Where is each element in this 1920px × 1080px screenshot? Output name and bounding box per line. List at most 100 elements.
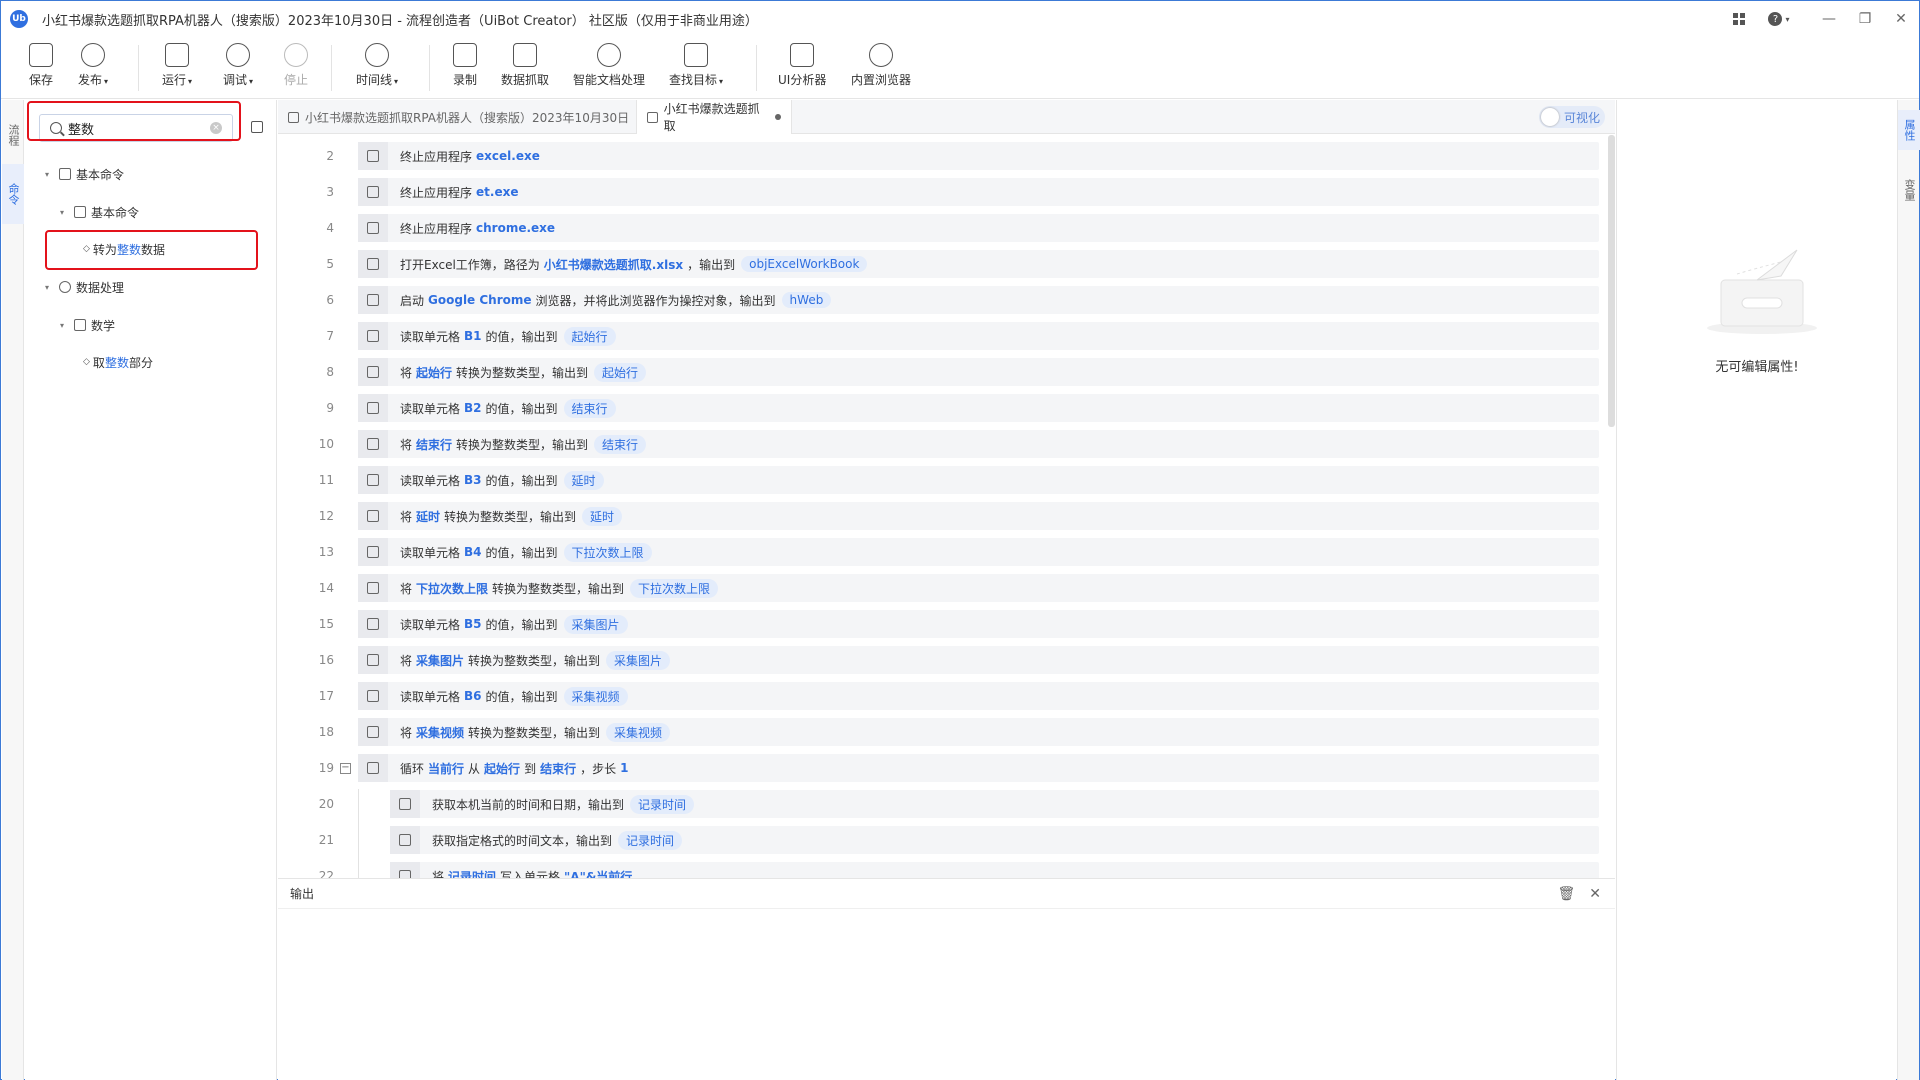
argument-value[interactable]: B6: [464, 689, 482, 703]
code-line[interactable]: 7 读取单元格 B1 的值，输出到 起始行: [278, 321, 1608, 351]
argument-value[interactable]: 记录时间: [448, 868, 496, 879]
variable-chip[interactable]: 起始行: [594, 362, 647, 382]
command-block[interactable]: 将采集视频 转换为整数类型，输出到 采集视频: [358, 718, 1599, 746]
argument-value[interactable]: 起始行: [484, 760, 520, 777]
command-block[interactable]: 将起始行 转换为整数类型，输出到 起始行: [358, 358, 1599, 386]
variable-chip[interactable]: 记录时间: [618, 830, 683, 850]
filter-icon[interactable]: [251, 121, 263, 133]
ui-analyzer-button[interactable]: UI分析器: [778, 43, 826, 88]
variable-chip[interactable]: 采集图片: [606, 650, 671, 670]
variable-chip[interactable]: objExcelWorkBook: [741, 256, 868, 272]
argument-value[interactable]: chrome.exe: [476, 221, 555, 235]
code-line[interactable]: 14 将下拉次数上限 转换为整数类型，输出到 下拉次数上限: [278, 573, 1608, 603]
minimize-button[interactable]: —: [1811, 1, 1847, 37]
tree-node-basic-commands[interactable]: ▾ 基本命令: [45, 164, 124, 184]
command-block[interactable]: 读取单元格 B4 的值，输出到 下拉次数上限: [358, 538, 1599, 566]
command-block[interactable]: 循环 当前行从起始行到结束行 ，步长 1: [358, 754, 1599, 782]
variable-chip[interactable]: 记录时间: [630, 794, 695, 814]
publish-button[interactable]: 发布 ▾: [78, 43, 108, 88]
find-target-button[interactable]: 查找目标 ▾: [669, 43, 723, 88]
variable-chip[interactable]: 采集视频: [563, 686, 628, 706]
save-button[interactable]: 保存: [29, 43, 53, 88]
command-block[interactable]: 获取本机当前的时间和日期，输出到 记录时间: [390, 790, 1599, 818]
variable-chip[interactable]: 结束行: [563, 398, 616, 418]
variable-chip[interactable]: 延时: [563, 470, 604, 490]
code-line[interactable]: 18 将采集视频 转换为整数类型，输出到 采集视频: [278, 717, 1608, 747]
command-block[interactable]: 终止应用程序 et.exe: [358, 178, 1599, 206]
command-block[interactable]: 将下拉次数上限 转换为整数类型，输出到 下拉次数上限: [358, 574, 1599, 602]
data-scrape-button[interactable]: 数据抓取: [501, 43, 549, 88]
variable-chip[interactable]: 下拉次数上限: [563, 542, 652, 562]
argument-value[interactable]: excel.exe: [476, 149, 540, 163]
builtin-browser-button[interactable]: 内置浏览器: [851, 43, 911, 88]
tree-node-data-processing[interactable]: ▾ 数据处理: [45, 277, 124, 297]
restore-button[interactable]: ❐: [1847, 1, 1883, 37]
code-editor[interactable]: 2 终止应用程序 excel.exe 3 终止应用程序 et.exe 4 终止应用程序 chro…: [278, 135, 1615, 878]
variable-chip[interactable]: 采集视频: [606, 722, 671, 742]
code-line[interactable]: 13 读取单元格 B4 的值，输出到 下拉次数上限: [278, 537, 1608, 567]
variable-chip[interactable]: 采集图片: [563, 614, 628, 634]
rail-tab-commands[interactable]: 命令: [2, 164, 24, 224]
tree-node-basic-commands-sub[interactable]: ▾ 基本命令: [60, 202, 139, 222]
command-block[interactable]: 将延时 转换为整数类型，输出到 延时: [358, 502, 1599, 530]
argument-value[interactable]: 当前行: [428, 760, 464, 777]
code-line[interactable]: 17 读取单元格 B6 的值，输出到 采集视频: [278, 681, 1608, 711]
variable-chip[interactable]: hWeb: [781, 292, 832, 308]
command-block[interactable]: 读取单元格 B2 的值，输出到 结束行: [358, 394, 1599, 422]
command-block[interactable]: 终止应用程序 chrome.exe: [358, 214, 1599, 242]
tree-item-integer-part[interactable]: ◇ 取整数 部分: [83, 352, 153, 372]
command-block[interactable]: 读取单元格 B6 的值，输出到 采集视频: [358, 682, 1599, 710]
argument-value[interactable]: 结束行: [416, 436, 452, 453]
argument-value[interactable]: B3: [464, 473, 482, 487]
code-line[interactable]: 8 将起始行 转换为整数类型，输出到 起始行: [278, 357, 1608, 387]
argument-value[interactable]: 小红书爆款选题抓取.xlsx: [544, 256, 683, 273]
command-block[interactable]: 将结束行 转换为整数类型，输出到 结束行: [358, 430, 1599, 458]
argument-value[interactable]: 采集图片: [416, 652, 464, 669]
close-output-icon[interactable]: ✕: [1589, 886, 1601, 902]
help-icon[interactable]: ? ▾: [1765, 11, 1793, 27]
variable-chip[interactable]: 延时: [582, 506, 623, 526]
code-line[interactable]: 16 将采集图片 转换为整数类型，输出到 采集图片: [278, 645, 1608, 675]
close-button[interactable]: ✕: [1883, 1, 1919, 37]
code-line[interactable]: 5 打开Excel工作簿，路径为 小红书爆款选题抓取.xlsx ，输出到 objExce…: [278, 249, 1608, 279]
argument-value[interactable]: B2: [464, 401, 482, 415]
code-line[interactable]: 11 读取单元格 B3 的值，输出到 延时: [278, 465, 1608, 495]
tree-node-math[interactable]: ▾ 数学: [60, 315, 115, 335]
stop-button[interactable]: 停止: [284, 43, 308, 88]
code-line[interactable]: 19− 循环 当前行从起始行到结束行 ，步长 1: [278, 753, 1608, 783]
argument-value[interactable]: 延时: [416, 508, 440, 525]
vertical-scrollbar[interactable]: [1608, 135, 1615, 427]
argument-value[interactable]: 结束行: [540, 760, 576, 777]
tab-block[interactable]: 小红书爆款选题抓取: [636, 100, 792, 134]
visual-toggle[interactable]: 可视化: [1539, 106, 1605, 128]
argument-value[interactable]: 起始行: [416, 364, 452, 381]
trash-icon[interactable]: 🗑: [1557, 886, 1575, 902]
command-block[interactable]: 读取单元格 B5 的值，输出到 采集图片: [358, 610, 1599, 638]
argument-value[interactable]: Google Chrome: [428, 293, 532, 307]
argument-value[interactable]: B5: [464, 617, 482, 631]
rail-tab-flow[interactable]: 流程: [2, 110, 24, 160]
command-block[interactable]: 读取单元格 B3 的值，输出到 延时: [358, 466, 1599, 494]
command-block[interactable]: 读取单元格 B1 的值，输出到 起始行: [358, 322, 1599, 350]
code-line[interactable]: 22 将记录时间 写入单元格 "A"&当前行: [278, 861, 1608, 878]
command-block[interactable]: 获取指定格式的时间文本，输出到 记录时间: [390, 826, 1599, 854]
collapse-icon[interactable]: −: [340, 762, 351, 774]
command-block[interactable]: 打开Excel工作簿，路径为 小红书爆款选题抓取.xlsx ，输出到 objExcel…: [358, 250, 1599, 278]
argument-value[interactable]: 1: [620, 761, 628, 775]
code-line[interactable]: 20 获取本机当前的时间和日期，输出到 记录时间: [278, 789, 1608, 825]
variable-chip[interactable]: 起始行: [563, 326, 616, 346]
debug-button[interactable]: 调试 ▾: [223, 43, 253, 88]
run-button[interactable]: 运行 ▾: [162, 43, 192, 88]
variable-chip[interactable]: 结束行: [594, 434, 647, 454]
command-block[interactable]: 将记录时间 写入单元格 "A"&当前行: [390, 862, 1599, 878]
code-line[interactable]: 10 将结束行 转换为整数类型，输出到 结束行: [278, 429, 1608, 459]
timeline-button[interactable]: 时间线 ▾: [356, 43, 398, 88]
argument-value[interactable]: et.exe: [476, 185, 518, 199]
tab-main-flow[interactable]: 小红书爆款选题抓取RPA机器人（搜索版）2023年10月30日: [278, 100, 636, 134]
code-line[interactable]: 15 读取单元格 B5 的值，输出到 采集图片: [278, 609, 1608, 639]
argument-value[interactable]: "A"&当前行: [564, 868, 632, 879]
code-line[interactable]: 6 启动 Google Chrome 浏览器，并将此浏览器作为操控对象，输出到 hWeb: [278, 285, 1608, 315]
code-line[interactable]: 2 终止应用程序 excel.exe: [278, 141, 1608, 171]
argument-value[interactable]: 下拉次数上限: [416, 580, 488, 597]
argument-value[interactable]: B4: [464, 545, 482, 559]
